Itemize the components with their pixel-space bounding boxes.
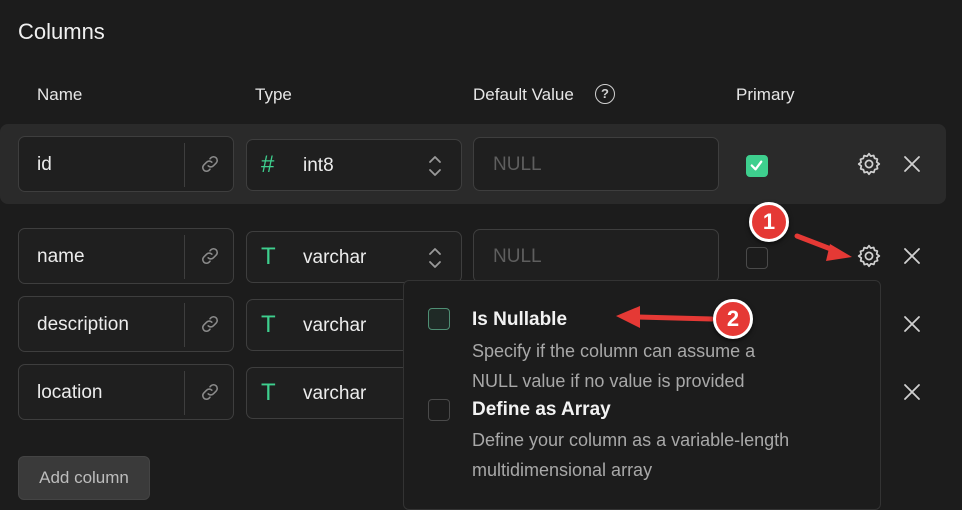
annotation-badge-2: 2	[713, 299, 753, 339]
annotation-arrows	[616, 233, 852, 328]
annotation-badge-1: 1	[749, 202, 789, 242]
